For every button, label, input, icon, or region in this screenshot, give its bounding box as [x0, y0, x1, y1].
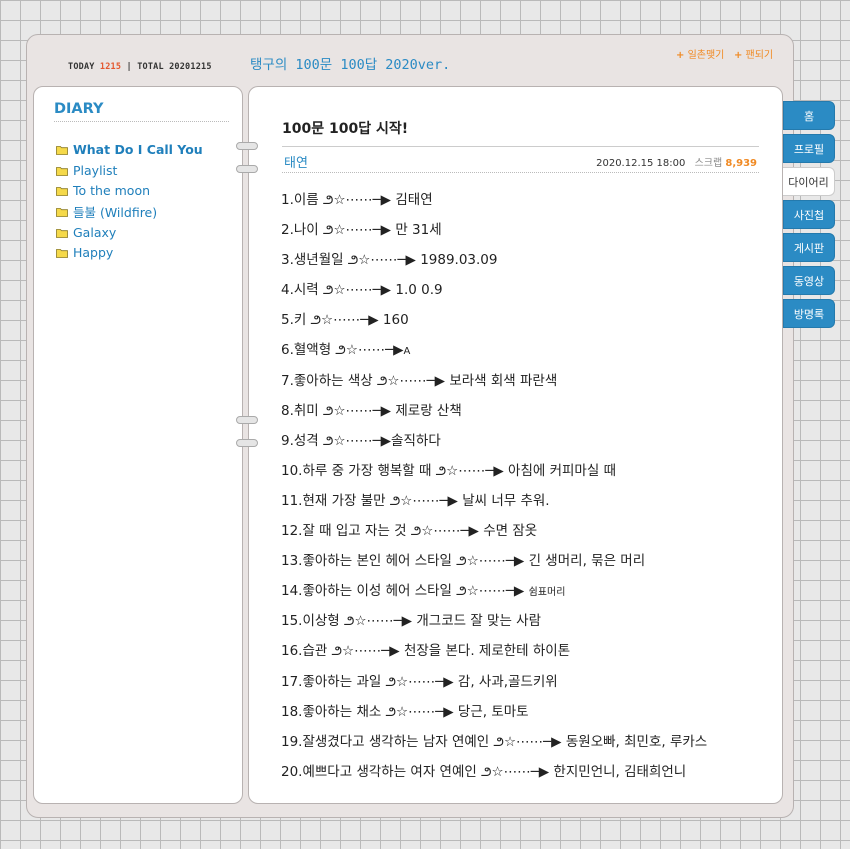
sidebar-item-label: What Do I Call You: [73, 141, 203, 157]
become-fan-label: 팬되기: [745, 50, 774, 61]
today-label: TODAY: [68, 62, 95, 72]
qa-item: 8.취미 ౨☆⋯⋯─▶ 제로랑 산책: [281, 402, 462, 419]
folder-icon: [56, 248, 68, 259]
binder-ring: [236, 165, 258, 173]
post-datetime: 2020.12.15 18:00: [596, 158, 686, 169]
binder-ring: [236, 439, 258, 447]
qa-item: 20.예쁘다고 생각하는 여자 연예인 ౨☆⋯⋯─▶ 한지민언니, 김태희언니: [281, 763, 687, 780]
qa-item: 19.잘생겼다고 생각하는 남자 연예인 ౨☆⋯⋯─▶ 동원오빠, 최민호, 루…: [281, 733, 708, 750]
counter-separator: |: [126, 62, 132, 72]
tab-board[interactable]: 게시판: [783, 233, 835, 262]
sidebar-item-label: Happy: [73, 245, 114, 261]
binder-ring: [236, 142, 258, 150]
tab-diary[interactable]: 다이어리: [783, 167, 835, 196]
qa-item-answer: 쉼표머리: [528, 587, 566, 599]
sidebar-item-label: 들불 (Wildfire): [73, 204, 158, 220]
qa-item: 9.성격 ౨☆⋯⋯─▶솔직하다: [281, 432, 441, 449]
folder-icon: [56, 186, 68, 197]
scrap-label: 스크랩: [694, 158, 723, 169]
sidebar-item-to-the-moon[interactable]: To the moon: [56, 180, 203, 201]
qa-item: 7.좋아하는 색상 ౨☆⋯⋯─▶ 보라색 회색 파란색: [281, 372, 558, 389]
scrap-count: 8,939: [725, 158, 757, 169]
qa-list: 1.이름 ౨☆⋯⋯─▶ 김태연 2.나이 ౨☆⋯⋯─▶ 만 31세 3.생년월일…: [281, 188, 707, 790]
qa-item: 14.좋아하는 이성 헤어 스타일 ౨☆⋯⋯─▶ 쉼표머리: [281, 579, 707, 609]
qa-item: 12.잘 때 입고 자는 것 ౨☆⋯⋯─▶ 수면 잠옷: [281, 523, 538, 540]
total-label: TOTAL: [137, 62, 164, 72]
qa-item: 4.시력 ౨☆⋯⋯─▶ 1.0 0.9: [281, 282, 443, 299]
plus-icon: +: [733, 50, 743, 61]
main-panel: 100문 100답 시작! 태연 2020.12.15 18:00 스크랩 8,…: [248, 86, 783, 804]
diary-folder-list: What Do I Call You Playlist To the moon …: [56, 139, 203, 263]
qa-item: 18.좋아하는 채소 ౨☆⋯⋯─▶ 당근, 토마토: [281, 703, 529, 720]
visitor-counter: TODAY 1215 | TOTAL 20201215: [68, 62, 212, 72]
sidebar-item-label: To the moon: [73, 183, 151, 199]
qa-item: 17.좋아하는 과일 ౨☆⋯⋯─▶ 감, 사과,골드키위: [281, 673, 558, 690]
qa-item: 13.좋아하는 본인 헤어 스타일 ౨☆⋯⋯─▶ 긴 생머리, 묶은 머리: [281, 553, 646, 570]
plus-icon: +: [676, 50, 685, 61]
qa-item-text: 6.혈액형 ౨☆⋯⋯─▶: [281, 342, 404, 359]
tab-photos[interactable]: 사진첩: [783, 200, 835, 229]
tab-profile[interactable]: 프로필: [783, 134, 835, 163]
sidebar-item-label: Playlist: [73, 162, 118, 178]
nav-tabs: 홈 프로필 다이어리 사진첩 게시판 동영상 방명록: [783, 101, 835, 332]
become-fan-link[interactable]: + 팬되기: [734, 50, 773, 61]
post-meta: 태연 2020.12.15 18:00 스크랩 8,939: [282, 146, 759, 173]
qa-item: 15.이상형 ౨☆⋯⋯─▶ 개그코드 잘 맞는 사람: [281, 613, 542, 630]
sidebar-item-galaxy[interactable]: Galaxy: [56, 222, 203, 243]
sidebar-item-happy[interactable]: Happy: [56, 242, 203, 263]
sidebar-item-label: Galaxy: [73, 224, 117, 240]
add-friend-link[interactable]: + 일촌맺기: [676, 50, 724, 61]
tab-videos[interactable]: 동영상: [783, 266, 835, 295]
binder-ring: [236, 416, 258, 424]
qa-item: 2.나이 ౨☆⋯⋯─▶ 만 31세: [281, 222, 442, 239]
qa-item: 6.혈액형 ౨☆⋯⋯─▶A: [281, 338, 707, 368]
sidebar-item-wildfire[interactable]: 들불 (Wildfire): [56, 201, 203, 222]
folder-icon: [56, 228, 68, 238]
folder-icon: [56, 207, 68, 217]
qa-item: 11.현재 가장 불만 ౨☆⋯⋯─▶ 날씨 너무 추워.: [281, 492, 550, 509]
tab-home[interactable]: 홈: [783, 101, 835, 130]
qa-item: 16.습관 ౨☆⋯⋯─▶ 천장을 본다. 제로한테 하이톤: [281, 643, 571, 660]
folder-icon: [56, 166, 68, 176]
qa-item-answer: A: [403, 346, 411, 358]
sidebar-panel: DIARY What Do I Call You Playlist To the…: [33, 86, 243, 804]
sidebar-item-what-do-i-call-you[interactable]: What Do I Call You: [56, 139, 203, 160]
sidebar-title: DIARY: [54, 101, 229, 122]
site-title: 탱구의 100문 100답 2020ver.: [250, 57, 451, 73]
qa-item: 5.키 ౨☆⋯⋯─▶ 160: [281, 312, 409, 329]
sidebar-item-playlist[interactable]: Playlist: [56, 160, 203, 181]
qa-item: 1.이름 ౨☆⋯⋯─▶ 김태연: [281, 192, 433, 208]
qa-item: 10.하루 중 가장 행복할 때 ౨☆⋯⋯─▶ 아침에 커피마실 때: [281, 462, 616, 479]
qa-item: 3.생년월일 ౨☆⋯⋯─▶ 1989.03.09: [281, 252, 498, 269]
tab-guestbook[interactable]: 방명록: [783, 299, 835, 328]
post-meta-right: 2020.12.15 18:00 스크랩 8,939: [596, 154, 757, 169]
post-title: 100문 100답 시작!: [282, 121, 409, 137]
qa-item-text: 14.좋아하는 이성 헤어 스타일 ౨☆⋯⋯─▶: [281, 583, 525, 600]
today-count: 1215: [99, 62, 122, 72]
top-links: + 일촌맺기 + 팬되기: [676, 46, 773, 61]
folder-icon: [56, 145, 68, 155]
add-friend-label: 일촌맺기: [687, 50, 725, 61]
post-author[interactable]: 태연: [284, 152, 308, 171]
total-count: 20201215: [169, 62, 212, 72]
